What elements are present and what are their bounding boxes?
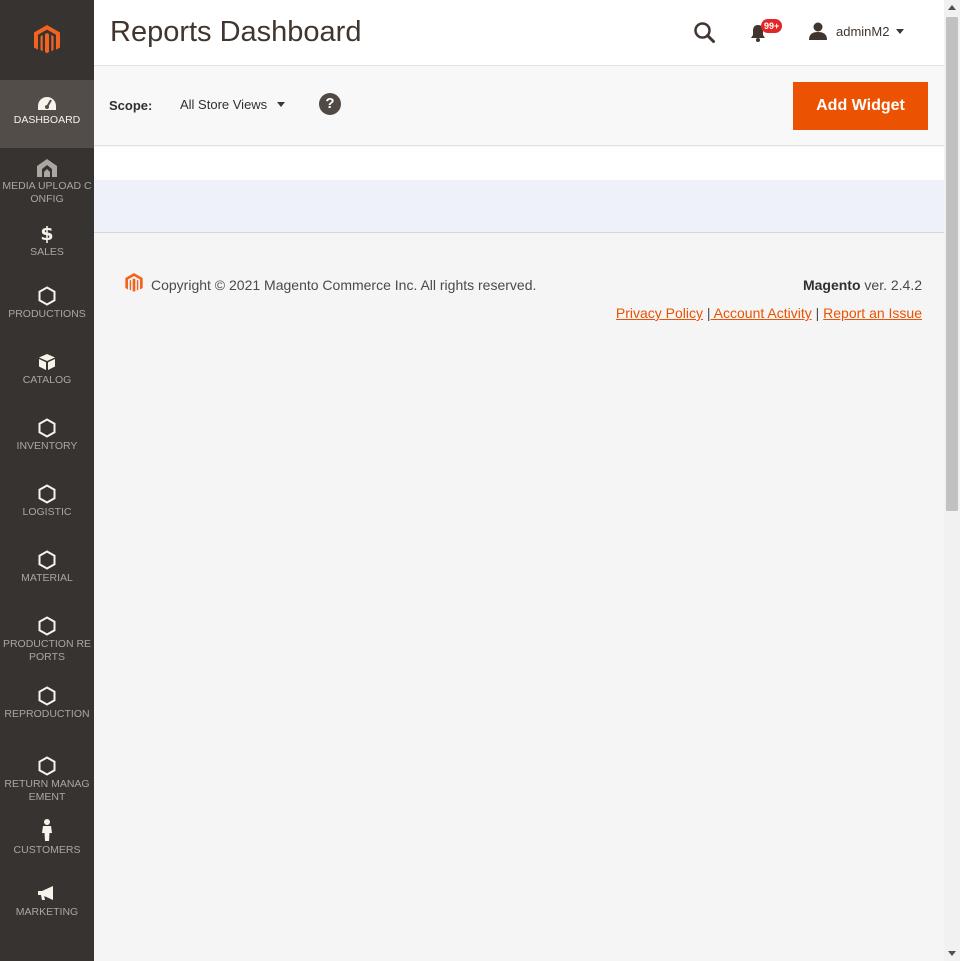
- hexagon-icon: [38, 550, 56, 570]
- upload-icon: [37, 159, 57, 177]
- copyright-text: Copyright © 2021 Magento Commerce Inc. A…: [151, 277, 537, 293]
- scroll-down-arrow-icon[interactable]: [948, 951, 956, 956]
- version-text: ver. 2.4.2: [860, 277, 922, 293]
- scope-label: Scope:: [109, 98, 153, 113]
- magento-logo-icon: [34, 25, 60, 54]
- hexagon-icon: [38, 616, 56, 636]
- person-icon: [42, 819, 52, 841]
- add-widget-button[interactable]: Add Widget: [793, 82, 928, 130]
- magento-logo[interactable]: [0, 0, 94, 80]
- scroll-up-arrow-icon[interactable]: [948, 5, 956, 10]
- sidebar-item-label: REPRODUCTION: [4, 708, 90, 720]
- hexagon-icon: [38, 484, 56, 504]
- dashboard-widget-area: [94, 180, 944, 233]
- sidebar-item-inventory[interactable]: INVENTORY: [0, 412, 94, 478]
- dashboard-gauge-icon: [38, 97, 56, 110]
- chevron-down-icon: [896, 28, 905, 34]
- store-scope-bar: Scope: All Store Views ? Add Widget: [94, 66, 944, 146]
- magento-version: Magento ver. 2.4.2: [803, 271, 922, 299]
- hexagon-icon: [38, 286, 56, 306]
- sidebar-item-logistic[interactable]: LOGISTIC: [0, 478, 94, 544]
- admin-username: adminM2: [836, 23, 890, 39]
- sidebar-item-return-management[interactable]: RETURN MANAGEMENT: [0, 752, 94, 812]
- notifications-count-badge: 99+: [761, 19, 783, 33]
- page-header: Reports Dashboard 99+ adminM2: [94, 0, 944, 66]
- sidebar-item-catalog[interactable]: CATALOG: [0, 346, 94, 412]
- sidebar-item-label: CUSTOMERS: [13, 844, 81, 856]
- hexagon-icon: [38, 756, 56, 776]
- admin-user-menu[interactable]: adminM2: [808, 20, 905, 42]
- megaphone-icon: [38, 886, 53, 900]
- sidebar-item-customers[interactable]: CUSTOMERS: [0, 812, 94, 878]
- magento-logo-icon: [125, 273, 143, 292]
- account-activity-link[interactable]: Account Activity: [711, 305, 812, 321]
- global-search-button[interactable]: [692, 20, 718, 46]
- sidebar-item-label: MEDIA UPLOAD CONFIG: [2, 180, 92, 205]
- sidebar-item-production-reports[interactable]: PRODUCTION REPORTS: [0, 610, 94, 680]
- sidebar-item-productions[interactable]: PRODUCTIONS: [0, 280, 94, 346]
- hexagon-icon: [38, 418, 56, 438]
- box-icon: [39, 354, 55, 370]
- sidebar-item-marketing[interactable]: MARKETING: [0, 878, 94, 944]
- sidebar-item-label: CATALOG: [22, 374, 72, 386]
- sidebar-item-label: SALES: [30, 246, 64, 258]
- search-icon: [694, 22, 715, 43]
- user-icon: [809, 22, 827, 40]
- sidebar-item-media-upload-config[interactable]: MEDIA UPLOAD CONFIG: [0, 148, 94, 214]
- vertical-scrollbar[interactable]: [944, 0, 960, 961]
- copyright-notice: Copyright © 2021 Magento Commerce Inc. A…: [125, 271, 545, 299]
- sidebar-item-label: MATERIAL: [21, 572, 73, 584]
- sidebar-item-label: DASHBOARD: [13, 114, 81, 126]
- scope-help-icon[interactable]: ?: [319, 93, 341, 115]
- hexagon-icon: [38, 686, 56, 706]
- sidebar-item-label: PRODUCTIONS: [8, 308, 86, 320]
- sidebar-item-label: LOGISTIC: [22, 506, 72, 518]
- magento-brand: Magento: [802, 277, 861, 293]
- store-view-switcher[interactable]: All Store Views: [180, 97, 286, 112]
- sidebar-item-label: RETURN MANAGEMENT: [4, 778, 90, 803]
- chevron-down-icon: [277, 102, 286, 107]
- sidebar-item-reproduction[interactable]: REPRODUCTION: [0, 680, 94, 752]
- svg-text:$: $: [40, 223, 53, 244]
- scrollbar-thumb[interactable]: [946, 17, 958, 511]
- sidebar-item-label: INVENTORY: [16, 440, 78, 452]
- sidebar-item-sales[interactable]: $ SALES: [0, 214, 94, 280]
- report-issue-link[interactable]: Report an Issue: [823, 305, 922, 321]
- privacy-policy-link[interactable]: Privacy Policy: [616, 305, 703, 321]
- sidebar-item-material[interactable]: MATERIAL: [0, 544, 94, 610]
- footer-links: Privacy Policy | Account Activity | Repo…: [616, 299, 922, 327]
- dollar-icon: $: [40, 223, 53, 244]
- sidebar-item-label: MARKETING: [15, 906, 79, 918]
- page-footer: Copyright © 2021 Magento Commerce Inc. A…: [94, 233, 944, 353]
- admin-sidebar: DASHBOARD MEDIA UPLOAD CONFIG $ SALES PR…: [0, 0, 94, 961]
- dashboard-content-area: [94, 147, 944, 180]
- store-view-value: All Store Views: [180, 97, 268, 112]
- sidebar-item-dashboard[interactable]: DASHBOARD: [0, 80, 94, 148]
- page-title: Reports Dashboard: [110, 16, 362, 48]
- notifications-button[interactable]: 99+: [749, 19, 785, 45]
- sidebar-item-label: PRODUCTION REPORTS: [2, 638, 92, 663]
- link-separator: |: [815, 305, 820, 321]
